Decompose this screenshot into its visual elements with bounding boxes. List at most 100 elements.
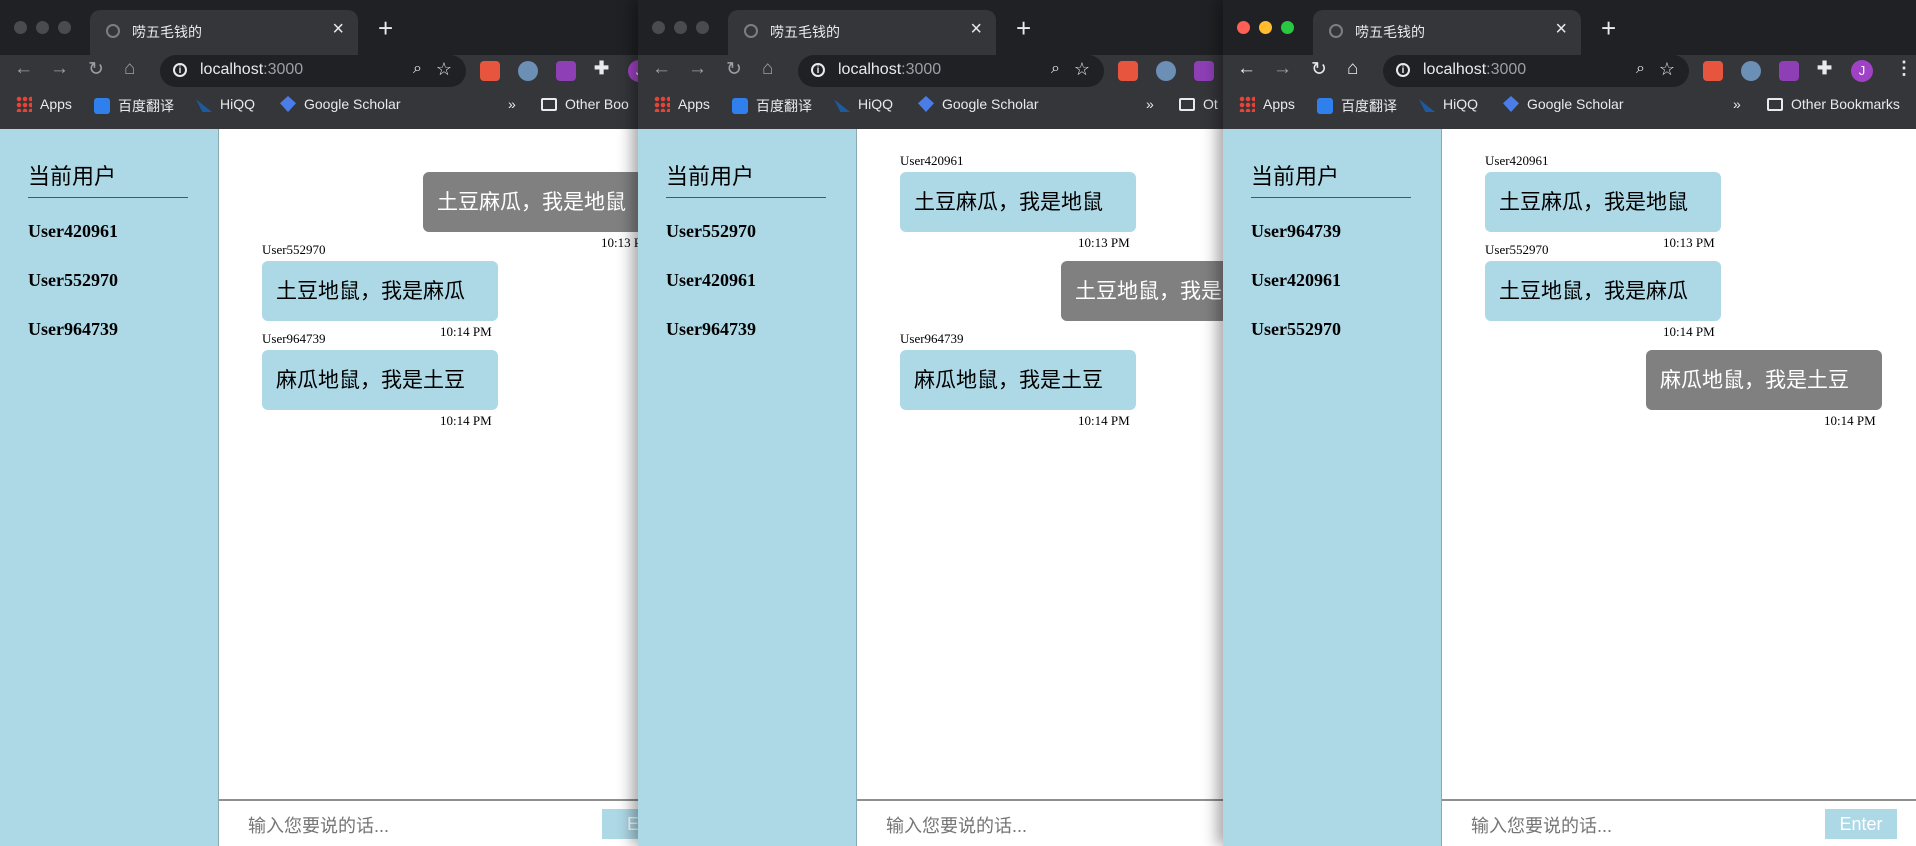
- info-icon[interactable]: i: [811, 63, 825, 77]
- message-time: 10:14 PM: [440, 324, 492, 339]
- enter-button[interactable]: En: [602, 809, 640, 839]
- extension-icon[interactable]: [1118, 61, 1138, 81]
- rp-extension-icon[interactable]: [556, 61, 576, 81]
- rp-extension-icon[interactable]: [1779, 61, 1799, 81]
- extension-icon[interactable]: [1156, 61, 1176, 81]
- browser-tab[interactable]: 唠五毛钱的 ×: [728, 10, 996, 55]
- new-tab-button[interactable]: +: [1016, 13, 1031, 44]
- message-input[interactable]: 输入您要说的话... Enter: [1442, 799, 1916, 846]
- forward-icon[interactable]: →: [50, 58, 69, 80]
- address-bar[interactable]: i localhost:3000 ⌕ ☆: [160, 55, 466, 87]
- bookmark-hiqq[interactable]: HiQQ: [1419, 96, 1478, 112]
- forward-icon[interactable]: →: [688, 58, 707, 80]
- message-sender: User420961: [1485, 153, 1549, 168]
- url-host: localhost: [1423, 61, 1487, 78]
- apps-icon: [1239, 96, 1255, 112]
- address-bar[interactable]: i localhost:3000 ⌕ ☆: [1383, 55, 1689, 87]
- message-time: 10:14 PM: [440, 413, 492, 428]
- reload-icon[interactable]: ↻: [1311, 58, 1327, 81]
- sidebar-title: 当前用户: [666, 159, 826, 198]
- user-item: User964739: [666, 319, 756, 339]
- message-bubble: 土豆地鼠，我是麻瓜: [262, 261, 498, 321]
- input-placeholder: 输入您要说的话...: [248, 816, 390, 836]
- menu-icon[interactable]: ⋮: [1895, 58, 1913, 79]
- bookmarks-overflow[interactable]: »: [1733, 96, 1741, 112]
- bookmark-label: 百度翻译: [118, 98, 174, 114]
- message-input[interactable]: 输入您要说的话...: [857, 799, 1225, 846]
- reload-icon[interactable]: ↻: [726, 58, 742, 81]
- bookmark-label: Apps: [678, 96, 710, 112]
- bookmark-star-icon[interactable]: ☆: [436, 59, 452, 80]
- extension-icon[interactable]: [1741, 61, 1761, 81]
- folder-icon: [541, 97, 557, 111]
- bookmark-apps[interactable]: Apps: [654, 96, 710, 112]
- reload-icon[interactable]: ↻: [88, 58, 104, 81]
- puzzle-icon[interactable]: ✚: [594, 58, 609, 79]
- bookmark-scholar[interactable]: Google Scholar: [280, 96, 401, 112]
- minimize-window-button[interactable]: [36, 21, 49, 34]
- bookmark-baidu[interactable]: 百度翻译: [94, 96, 174, 116]
- bookmark-baidu[interactable]: 百度翻译: [1317, 96, 1397, 116]
- extension-icon[interactable]: [1703, 61, 1723, 81]
- address-bar[interactable]: i localhost:3000 ⌕ ☆: [798, 55, 1104, 87]
- bookmark-label: Apps: [1263, 96, 1295, 112]
- back-icon[interactable]: ←: [1237, 58, 1256, 80]
- translate-icon: [732, 98, 748, 114]
- browser-tab[interactable]: 唠五毛钱的 ×: [90, 10, 358, 55]
- bookmark-star-icon[interactable]: ☆: [1074, 59, 1090, 80]
- close-window-button[interactable]: [1237, 21, 1250, 34]
- bookmarks-overflow[interactable]: »: [508, 96, 516, 112]
- close-window-button[interactable]: [14, 21, 27, 34]
- tab-title: 唠五毛钱的: [1355, 24, 1425, 40]
- sidebar-title: 当前用户: [1251, 159, 1411, 198]
- browser-window-1: 唠五毛钱的 × + ← → ↻ ⌂ i localhost:3000 ⌕ ☆ ✚…: [0, 0, 640, 846]
- close-window-button[interactable]: [652, 21, 665, 34]
- minimize-window-button[interactable]: [674, 21, 687, 34]
- bookmark-other[interactable]: Other Bookmarks: [1767, 96, 1900, 112]
- user-item: User420961: [666, 270, 756, 290]
- zoom-icon[interactable]: ⌕: [413, 60, 422, 78]
- rp-extension-icon[interactable]: [1194, 61, 1214, 81]
- close-tab-icon[interactable]: ×: [1555, 18, 1567, 41]
- bookmark-scholar[interactable]: Google Scholar: [1503, 96, 1624, 112]
- bookmark-baidu[interactable]: 百度翻译: [732, 96, 812, 116]
- maximize-window-button[interactable]: [1281, 21, 1294, 34]
- new-tab-button[interactable]: +: [1601, 13, 1616, 44]
- extension-icon[interactable]: [518, 61, 538, 81]
- home-icon[interactable]: ⌂: [762, 58, 773, 80]
- home-icon[interactable]: ⌂: [1347, 58, 1358, 80]
- puzzle-icon[interactable]: ✚: [1817, 58, 1832, 79]
- back-icon[interactable]: ←: [652, 58, 671, 80]
- close-tab-icon[interactable]: ×: [970, 18, 982, 41]
- maximize-window-button[interactable]: [696, 21, 709, 34]
- bookmark-apps[interactable]: Apps: [16, 96, 72, 112]
- bookmark-hiqq[interactable]: HiQQ: [196, 96, 255, 112]
- info-icon[interactable]: i: [173, 63, 187, 77]
- extension-icon[interactable]: [480, 61, 500, 81]
- forward-icon[interactable]: →: [1273, 58, 1292, 80]
- bookmark-other[interactable]: Other Boo: [541, 96, 629, 112]
- zoom-icon[interactable]: ⌕: [1636, 60, 1645, 78]
- home-icon[interactable]: ⌂: [124, 58, 135, 80]
- message-bubble: 土豆地鼠，我是: [1061, 261, 1225, 321]
- back-icon[interactable]: ←: [14, 58, 33, 80]
- bookmark-other[interactable]: Ot: [1179, 96, 1218, 112]
- message-input[interactable]: 输入您要说的话... En: [219, 799, 640, 846]
- bookmark-label: Google Scholar: [304, 96, 401, 112]
- info-icon[interactable]: i: [1396, 63, 1410, 77]
- bookmark-scholar[interactable]: Google Scholar: [918, 96, 1039, 112]
- user-item: User552970: [28, 270, 118, 290]
- avatar[interactable]: J: [1851, 60, 1873, 82]
- zoom-icon[interactable]: ⌕: [1051, 60, 1060, 78]
- bookmark-hiqq[interactable]: HiQQ: [834, 96, 893, 112]
- bookmark-star-icon[interactable]: ☆: [1659, 59, 1675, 80]
- new-tab-button[interactable]: +: [378, 13, 393, 44]
- enter-button[interactable]: Enter: [1825, 809, 1897, 839]
- close-tab-icon[interactable]: ×: [332, 18, 344, 41]
- browser-tab[interactable]: 唠五毛钱的 ×: [1313, 10, 1581, 55]
- bookmark-apps[interactable]: Apps: [1239, 96, 1295, 112]
- message-bubble: 土豆麻瓜，我是地鼠: [900, 172, 1136, 232]
- maximize-window-button[interactable]: [58, 21, 71, 34]
- minimize-window-button[interactable]: [1259, 21, 1272, 34]
- bookmarks-overflow[interactable]: »: [1146, 96, 1154, 112]
